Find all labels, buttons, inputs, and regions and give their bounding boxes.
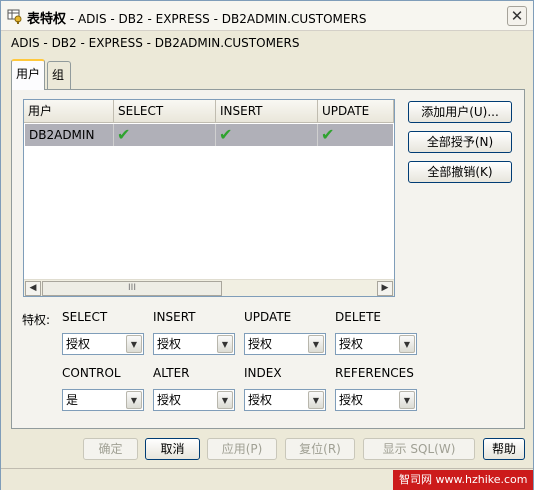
index-privilege-dropdown[interactable]: 授权 ▼ bbox=[244, 389, 326, 411]
cell-user: DB2ADMIN bbox=[25, 124, 114, 146]
chevron-down-icon: ▼ bbox=[126, 335, 142, 353]
table-key-icon bbox=[7, 9, 22, 24]
privilege-label-delete: DELETE bbox=[335, 310, 382, 324]
ok-button[interactable]: 确定 bbox=[83, 438, 138, 460]
privilege-label-control: CONTROL bbox=[62, 366, 121, 380]
horizontal-scrollbar[interactable]: ◀ III ▶ bbox=[24, 279, 394, 296]
check-icon: ✔ bbox=[321, 125, 335, 144]
alter-privilege-dropdown[interactable]: 授权 ▼ bbox=[153, 389, 235, 411]
users-table: 用户 SELECT INSERT UPDATE DB2ADMIN ✔ ✔ ✔ ◀… bbox=[23, 99, 395, 297]
insert-privilege-dropdown[interactable]: 授权 ▼ bbox=[153, 333, 235, 355]
scroll-left-button[interactable]: ◀ bbox=[25, 281, 41, 296]
privilege-label-alter: ALTER bbox=[153, 366, 190, 380]
chevron-down-icon: ▼ bbox=[217, 335, 233, 353]
control-privilege-dropdown[interactable]: 是 ▼ bbox=[62, 389, 144, 411]
tab-users[interactable]: 用户 bbox=[11, 59, 45, 90]
chevron-down-icon: ▼ bbox=[308, 391, 324, 409]
select-privilege-dropdown[interactable]: 授权 ▼ bbox=[62, 333, 144, 355]
dropdown-value: 是 bbox=[66, 393, 79, 407]
update-privilege-dropdown[interactable]: 授权 ▼ bbox=[244, 333, 326, 355]
scroll-right-button[interactable]: ▶ bbox=[377, 281, 393, 296]
check-icon: ✔ bbox=[114, 124, 216, 146]
show-sql-button[interactable]: 显示 SQL(W) bbox=[363, 438, 475, 460]
table-privileges-dialog: 表特权 - ADIS - DB2 - EXPRESS - DB2ADMIN.CU… bbox=[0, 0, 534, 490]
object-path-label: ADIS - DB2 - EXPRESS - DB2ADMIN.CUSTOMER… bbox=[11, 36, 300, 50]
dropdown-value: 授权 bbox=[248, 337, 273, 351]
privilege-label-select: SELECT bbox=[62, 310, 108, 324]
privilege-label-insert: INSERT bbox=[153, 310, 196, 324]
privilege-label-references: REFERENCES bbox=[335, 366, 414, 380]
column-header-update[interactable]: UPDATE bbox=[318, 100, 394, 123]
dropdown-value: 授权 bbox=[157, 337, 182, 351]
chevron-down-icon: ▼ bbox=[399, 391, 415, 409]
close-button[interactable]: ✕ bbox=[507, 6, 527, 26]
privilege-label-update: UPDATE bbox=[244, 310, 292, 324]
cancel-button[interactable]: 取消 bbox=[145, 438, 200, 460]
dropdown-value: 授权 bbox=[66, 337, 91, 351]
dropdown-value: 授权 bbox=[248, 393, 273, 407]
table-row[interactable]: DB2ADMIN ✔ ✔ ✔ bbox=[25, 124, 393, 146]
apply-button[interactable]: 应用(P) bbox=[207, 438, 277, 460]
table-header: 用户 SELECT INSERT UPDATE bbox=[24, 100, 394, 123]
dropdown-value: 授权 bbox=[339, 337, 364, 351]
column-header-select[interactable]: SELECT bbox=[114, 100, 216, 123]
scroll-thumb[interactable]: III bbox=[42, 281, 222, 296]
privileges-label: 特权: bbox=[22, 313, 51, 327]
dropdown-value: 授权 bbox=[339, 393, 364, 407]
title-bar: 表特权 - ADIS - DB2 - EXPRESS - DB2ADMIN.CU… bbox=[1, 1, 533, 31]
chevron-down-icon: ▼ bbox=[217, 391, 233, 409]
help-button[interactable]: 帮助 bbox=[483, 438, 525, 460]
references-privilege-dropdown[interactable]: 授权 ▼ bbox=[335, 389, 417, 411]
reset-button[interactable]: 复位(R) bbox=[285, 438, 355, 460]
status-bar: 智司网 www.hzhike.com bbox=[1, 468, 533, 490]
privilege-label-index: INDEX bbox=[244, 366, 282, 380]
window-title-rest: - ADIS - DB2 - EXPRESS - DB2ADMIN.CUSTOM… bbox=[66, 12, 367, 26]
window-title: 表特权 - ADIS - DB2 - EXPRESS - DB2ADMIN.CU… bbox=[27, 8, 366, 27]
chevron-down-icon: ▼ bbox=[126, 391, 142, 409]
check-icon: ✔ bbox=[216, 124, 318, 146]
revoke-all-button[interactable]: 全部撤销(K) bbox=[408, 161, 512, 183]
chevron-down-icon: ▼ bbox=[308, 335, 324, 353]
grant-all-button[interactable]: 全部授予(N) bbox=[408, 131, 512, 153]
close-icon: ✕ bbox=[510, 7, 524, 25]
chevron-down-icon: ▼ bbox=[399, 335, 415, 353]
watermark-banner: 智司网 www.hzhike.com bbox=[393, 470, 533, 490]
tab-groups[interactable]: 组 bbox=[47, 61, 71, 89]
dropdown-value: 授权 bbox=[157, 393, 182, 407]
delete-privilege-dropdown[interactable]: 授权 ▼ bbox=[335, 333, 417, 355]
column-header-insert[interactable]: INSERT bbox=[216, 100, 318, 123]
column-header-user[interactable]: 用户 bbox=[24, 100, 114, 123]
add-user-button[interactable]: 添加用户(U)... bbox=[408, 101, 512, 123]
window-title-main: 表特权 bbox=[27, 12, 67, 27]
